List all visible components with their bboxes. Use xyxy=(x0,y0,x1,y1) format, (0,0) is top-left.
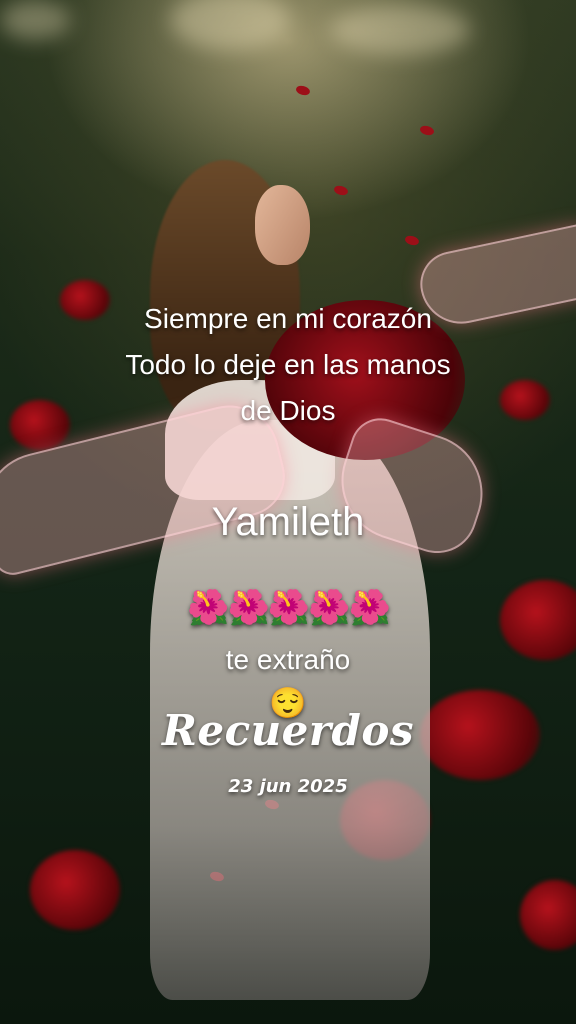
bokeh-light xyxy=(330,5,470,55)
hibiscus-emoji-row: 🌺🌺🌺🌺🌺 xyxy=(187,589,391,627)
rose xyxy=(30,850,120,930)
memorial-name: Yamileth xyxy=(211,500,365,544)
dedication-text: Siempre en mi corazón Todo lo deje en la… xyxy=(0,296,576,434)
date-label: 23 jun 2025 xyxy=(228,776,348,797)
woman-face xyxy=(255,185,310,265)
memories-title: Recuerdos xyxy=(161,706,415,755)
dedication-line-3: de Dios xyxy=(240,395,336,426)
bokeh-light xyxy=(0,0,70,40)
miss-you-text: te extraño xyxy=(225,644,351,675)
dedication-line-2: Todo lo deje en las manos xyxy=(125,349,451,380)
dedication-line-1: Siempre en mi corazón xyxy=(144,303,432,334)
